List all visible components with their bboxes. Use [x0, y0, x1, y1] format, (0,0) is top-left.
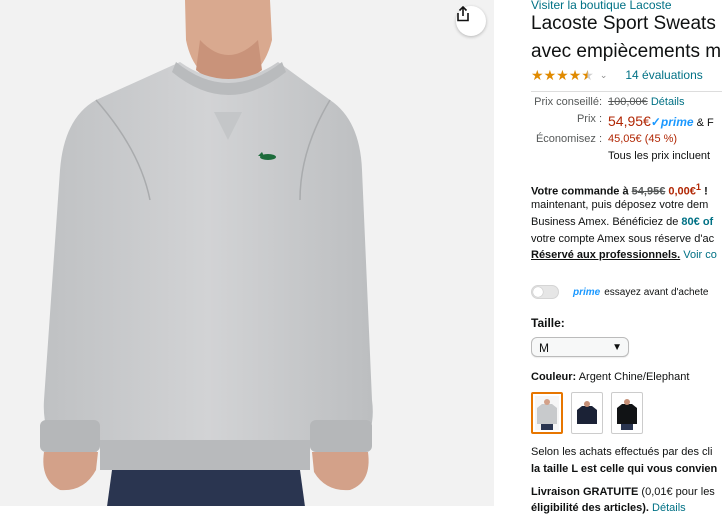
amex-offer-line-4: votre compte Amex sous réserve d'ac — [531, 233, 715, 245]
size-reco-line-2: la taille L est celle qui vous convien — [531, 463, 718, 475]
sweatshirt-thumbnail-icon — [535, 396, 559, 430]
color-selected-value: Argent Chine/Elephant — [578, 371, 690, 383]
order-new-price: 0,00€ — [665, 185, 696, 198]
color-swatches — [531, 392, 643, 434]
prime-logo: prime — [660, 115, 694, 129]
shipping-detail: (0,01€ pour les — [638, 486, 715, 498]
order-old-price: 54,95€ — [631, 185, 666, 198]
shipping-details-link[interactable]: Détails — [649, 502, 686, 514]
color-label-row: Couleur: Argent Chine/Elephant — [531, 371, 689, 383]
amex-offer-line-5: Réservé aux professionnels. Voir co — [531, 249, 717, 261]
price-value: 54,95€ — [608, 113, 651, 129]
chevron-down-icon: ▼ — [612, 342, 622, 353]
store-link[interactable]: Visiter la boutique Lacoste — [531, 0, 672, 12]
amex-offer-line-1: Votre commande à 54,95€ 0,00€1 ! — [531, 182, 708, 198]
color-swatch-black[interactable] — [611, 392, 643, 434]
order-prefix: Votre commande à — [531, 185, 632, 198]
size-select[interactable]: M ▼ — [531, 337, 629, 357]
color-label: Couleur: — [531, 371, 577, 383]
amex-offer-line-3: Business Amex. Bénéficiez de 80€ of — [531, 216, 713, 228]
amex-line3-text: Business Amex. Bénéficiez de — [531, 216, 682, 228]
product-info-column: Visiter la boutique Lacoste Lacoste Spor… — [531, 0, 722, 514]
rating-row[interactable]: ★ ★ ★ ★ ★ ⌄ 14 évaluations — [531, 66, 703, 84]
shipping-line-2: éligibilité des articles). Détails — [531, 502, 686, 514]
price-label: Prix : — [576, 113, 602, 125]
see-conditions-link[interactable]: Voir co — [680, 249, 717, 261]
prime-try-before-buy[interactable]: prime essayez avant d'achete — [531, 285, 708, 299]
sweatshirt-thumbnail-icon — [615, 396, 639, 430]
prime-try-text: essayez avant d'achete — [604, 286, 709, 298]
image-bottom-gap — [0, 506, 494, 514]
sweatshirt-thumbnail-icon — [575, 396, 599, 430]
color-swatch-navy[interactable] — [571, 392, 603, 434]
size-selected-value: M — [539, 341, 549, 355]
prime-small-logo: prime — [573, 286, 601, 298]
prime-check-icon: ✓ — [650, 115, 661, 129]
savings-label: Économisez : — [535, 133, 602, 145]
prime-toggle-switch[interactable] — [531, 285, 559, 299]
pro-only-text[interactable]: Réservé aux professionnels. — [531, 249, 680, 261]
divider — [531, 91, 722, 92]
rating-stars-icon[interactable]: ★ ★ ★ ★ ★ — [531, 68, 594, 82]
order-suffix: ! — [701, 185, 708, 198]
product-image-panel[interactable] — [0, 0, 494, 514]
reviews-link[interactable]: 14 évaluations — [625, 68, 702, 82]
list-price: 100,00€ — [608, 96, 648, 108]
color-swatch-light-grey[interactable] — [531, 392, 563, 434]
free-shipping-text: Livraison GRATUITE — [531, 486, 639, 498]
price-suffix: & F — [696, 117, 714, 129]
amex-offer-line-2: maintenant, puis déposez votre dem — [531, 199, 709, 211]
shipping-line-1: Livraison GRATUITE (0,01€ pour les — [531, 486, 715, 498]
share-button[interactable] — [456, 6, 486, 36]
size-reco-line-1: Selon les achats effectués par des cli — [531, 446, 713, 458]
list-price-label: Prix conseillé: — [534, 96, 602, 108]
product-title-line-2: avec empièceme​nts m — [531, 41, 722, 62]
chevron-down-icon[interactable]: ⌄ — [600, 70, 608, 81]
size-label: Taille: — [531, 316, 565, 330]
product-photo — [40, 0, 373, 514]
tax-note: Tous les prix incluent — [608, 150, 711, 162]
amex-offer-link[interactable]: 80€ of — [681, 216, 713, 228]
product-title-line-1: Lacoste Sport Sweats — [531, 13, 716, 34]
eligibility-text: éligibilité des articles). — [531, 502, 649, 514]
savings-value: 45,05€ (45 %) — [608, 133, 678, 145]
details-link[interactable]: Détails — [651, 96, 685, 108]
share-icon — [457, 6, 469, 22]
